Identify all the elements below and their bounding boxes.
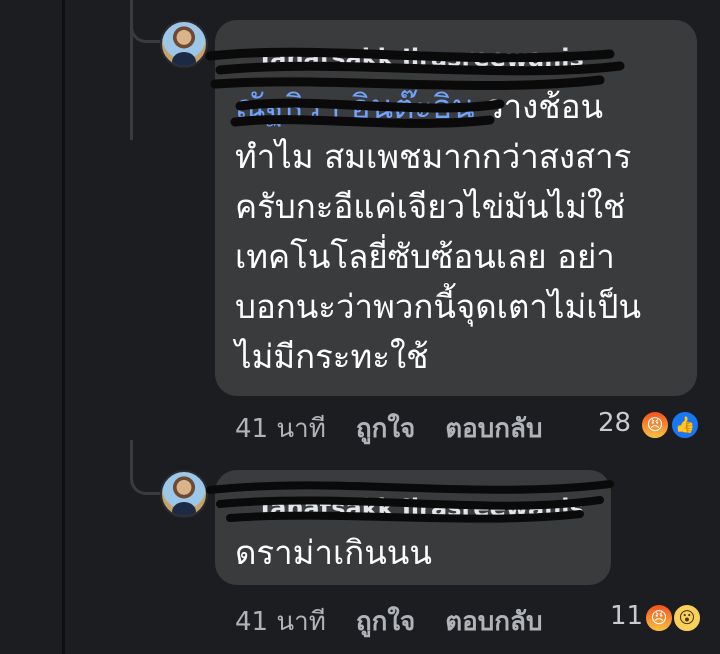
avatar[interactable] xyxy=(160,470,208,518)
reply-button[interactable]: ตอบกลับ xyxy=(445,601,542,642)
comment-bubble: Tanatsakk Jirasreewanis ณัฐธิรา อินต๊ะอิ… xyxy=(215,20,697,396)
author-name[interactable]: Tanatsakk Jirasreewanis xyxy=(257,44,677,72)
thread-line-outer xyxy=(62,0,65,654)
like-reaction-icon: 👍 xyxy=(670,410,700,440)
avatar[interactable] xyxy=(160,20,208,68)
comment-text: ดราม่าเกินนน xyxy=(235,533,432,572)
author-name[interactable]: Tanatsakk Jirasreewanis xyxy=(257,494,591,522)
thread-elbow-2 xyxy=(130,440,161,495)
comment-text: ณัฐธิรา อินต๊ะอิน วางช้อน ทำไม สมเพชมากก… xyxy=(235,87,642,376)
reaction-count[interactable]: 11 xyxy=(610,601,643,631)
like-button[interactable]: ถูกใจ xyxy=(356,408,415,449)
wow-reaction-icon: 😮 xyxy=(672,603,702,633)
thread-elbow-1 xyxy=(130,0,161,43)
comment-meta: 41 นาที ถูกใจ ตอบกลับ xyxy=(235,408,542,449)
timestamp[interactable]: 41 นาที xyxy=(235,408,326,449)
angry-reaction-icon: 😠 xyxy=(644,603,674,633)
timestamp[interactable]: 41 นาที xyxy=(235,601,326,642)
reply-button[interactable]: ตอบกลับ xyxy=(445,408,542,449)
reaction-count[interactable]: 28 xyxy=(598,408,631,438)
mention-link[interactable]: ณัฐธิรา อินต๊ะอิน xyxy=(235,87,475,126)
comment-meta: 41 นาที ถูกใจ ตอบกลับ xyxy=(235,601,542,642)
angry-reaction-icon: 😠 xyxy=(640,410,670,440)
like-button[interactable]: ถูกใจ xyxy=(356,601,415,642)
comment-bubble: Tanatsakk Jirasreewanis ดราม่าเกินนน xyxy=(215,470,611,585)
